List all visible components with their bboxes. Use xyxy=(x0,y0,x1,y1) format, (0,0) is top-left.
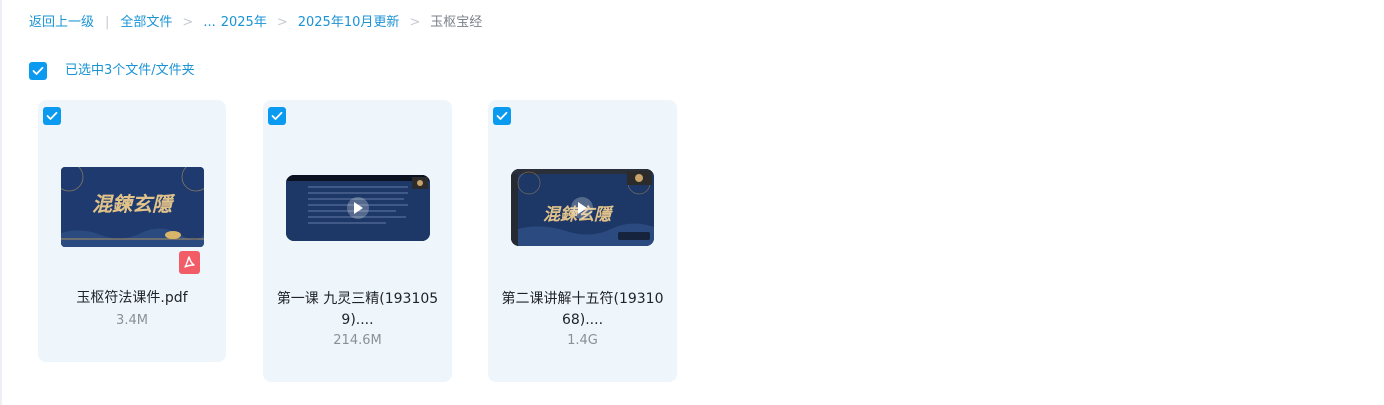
breadcrumb-month[interactable]: 2025年10月更新 xyxy=(298,14,400,32)
check-icon xyxy=(496,111,508,120)
file-checkbox[interactable] xyxy=(493,107,511,125)
selection-bar: 已选中3个文件/文件夹 xyxy=(29,62,195,80)
breadcrumb-separator: > xyxy=(409,15,421,30)
file-name-line: 第二课讲解十五符(19310 xyxy=(501,291,664,307)
file-card[interactable]: 混鍊玄隱 玉枢符法课件.pdf 3.4M xyxy=(38,100,226,362)
file-thumbnail xyxy=(286,175,430,241)
breadcrumb-separator: > xyxy=(182,15,194,30)
file-name[interactable]: 第一课 九灵三精(193105 9).... xyxy=(273,289,442,331)
play-icon[interactable] xyxy=(571,197,593,219)
check-icon xyxy=(46,111,58,120)
breadcrumb-year[interactable]: 2025年 xyxy=(221,14,267,32)
check-icon xyxy=(32,66,44,75)
check-icon xyxy=(271,111,283,120)
file-name[interactable]: 第二课讲解十五符(19310 68).... xyxy=(498,289,667,331)
file-card[interactable]: 混鍊玄隱 第二课讲解十五符(19310 68).... 1.4G xyxy=(488,100,677,382)
breadcrumb-divider: | xyxy=(105,15,110,30)
breadcrumb-separator: > xyxy=(276,15,288,30)
file-name-line: 68).... xyxy=(561,312,604,328)
file-thumbnail: 混鍊玄隱 xyxy=(511,169,654,246)
file-card[interactable]: 第一课 九灵三精(193105 9).... 214.6M xyxy=(263,100,452,382)
back-link[interactable]: 返回上一级 xyxy=(29,14,94,32)
play-icon[interactable] xyxy=(347,197,369,219)
select-all-checkbox[interactable] xyxy=(29,62,47,80)
file-size: 1.4G xyxy=(567,333,598,348)
left-divider xyxy=(0,0,2,405)
file-checkbox[interactable] xyxy=(43,107,61,125)
file-checkbox[interactable] xyxy=(268,107,286,125)
breadcrumb-ellipsis[interactable]: ... xyxy=(203,14,215,32)
pdf-icon xyxy=(179,251,200,274)
breadcrumb-all-files[interactable]: 全部文件 xyxy=(120,14,172,32)
selection-count-label: 已选中3个文件/文件夹 xyxy=(65,63,195,78)
breadcrumb-current: 玉枢宝经 xyxy=(430,15,483,30)
file-name-line: 第一课 九灵三精(193105 xyxy=(276,291,439,307)
file-name[interactable]: 玉枢符法课件.pdf xyxy=(48,288,216,309)
file-name-line: 9).... xyxy=(341,312,374,328)
breadcrumb: 返回上一级 | 全部文件 > ... 2025年 > 2025年10月更新 > … xyxy=(29,14,482,32)
thumbnail-artwork: 混鍊玄隱 xyxy=(61,167,204,247)
thumbnail-title: 混鍊玄隱 xyxy=(92,192,176,216)
file-size: 3.4M xyxy=(116,313,148,328)
file-size: 214.6M xyxy=(333,333,382,348)
file-thumbnail: 混鍊玄隱 xyxy=(61,167,204,247)
